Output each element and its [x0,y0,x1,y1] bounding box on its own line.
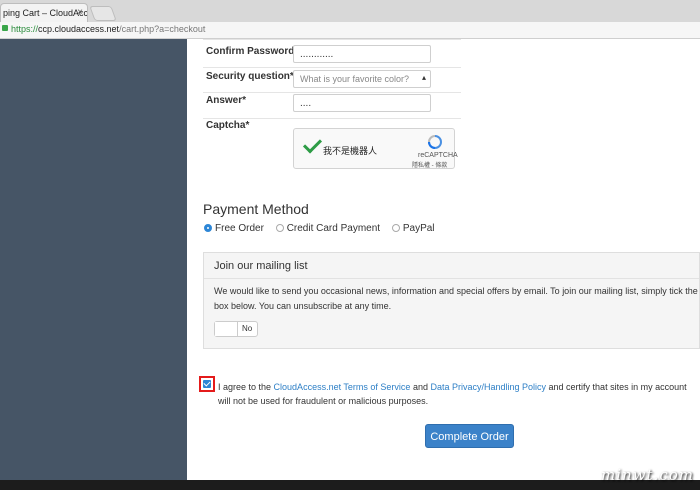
close-icon[interactable]: × [77,7,83,18]
tab-title: ping Cart – CloudAccess... [3,8,88,18]
divider [203,92,461,93]
payment-option-credit-card[interactable]: Credit Card Payment [275,223,381,234]
toggle-label: No [242,324,253,333]
terms-of-service-link[interactable]: CloudAccess.net Terms of Service [274,382,411,392]
payment-method-options: Free Order Credit Card Payment PayPal [204,223,444,234]
mailing-list-description: We would like to send you occasional new… [214,286,698,311]
checkout-form: Confirm Password* ............ Security … [187,39,700,480]
complete-order-button[interactable]: Complete Order [425,424,514,448]
mailing-list-title: Join our mailing list [214,260,308,272]
sidebar [0,39,187,480]
toggle-knob[interactable] [215,322,238,336]
checkmark-icon [302,134,323,154]
agree-checkbox-highlight[interactable] [199,376,215,392]
radio-icon[interactable] [275,224,284,232]
payment-option-label: PayPal [402,223,435,234]
payment-option-free-order[interactable]: Free Order [204,223,264,234]
confirm-password-field[interactable]: ............ [293,45,431,63]
select-arrows-icon: ▴ [421,73,426,82]
agree-text-1: I agree to the [218,382,274,392]
captcha-label: Captcha* [206,120,250,131]
security-question-value: What is your favorite color? [300,74,410,84]
recaptcha-widget[interactable]: 我不是機器人 reCAPTCHA 隱私權 - 條款 [293,128,458,169]
url-scheme: https:// [11,24,39,34]
answer-label: Answer* [206,95,247,106]
security-question-label: Security question* [206,71,294,82]
payment-method-title: Payment Method [203,201,309,217]
answer-field[interactable]: .... [293,94,431,112]
url-path: /cart.php?a=checkout [119,24,206,34]
mailing-list-toggle[interactable]: No [214,321,258,337]
browser-tab-bar: ping Cart – CloudAccess... × [0,0,700,23]
captcha-brand: reCAPTCHA [418,152,458,159]
mailing-list-panel: Join our mailing list We would like to s… [203,252,700,349]
captcha-privacy-links[interactable]: 隱私權 - 條款 [412,160,447,169]
recaptcha-logo-icon [428,135,442,149]
radio-selected-icon[interactable] [204,224,212,232]
payment-option-paypal[interactable]: PayPal [391,223,435,234]
mailing-list-header: Join our mailing list [204,253,699,279]
radio-icon[interactable] [391,224,400,232]
divider [203,39,461,40]
divider [203,118,461,119]
agree-text-2: and [410,382,431,392]
captcha-text: 我不是機器人 [323,146,378,156]
bottom-bar [0,480,700,490]
url-text: https://ccp.cloudaccess.net/cart.php?a=c… [11,24,205,34]
watermark-logo: minwt.com [601,466,694,484]
payment-option-label: Free Order [215,223,264,234]
security-question-select[interactable]: What is your favorite color? ▴ [293,70,431,88]
lock-icon [2,25,8,31]
address-bar[interactable]: https://ccp.cloudaccess.net/cart.php?a=c… [0,22,700,39]
new-tab-button[interactable] [89,6,117,21]
url-host: ccp.cloudaccess.net [38,24,120,34]
divider [203,67,461,68]
confirm-password-label: Confirm Password* [206,46,299,57]
payment-option-label: Credit Card Payment [286,223,381,234]
privacy-policy-link[interactable]: Data Privacy/Handling Policy [430,382,546,392]
checkbox-checked-icon[interactable] [203,380,211,388]
browser-tab[interactable]: ping Cart – CloudAccess... × [0,3,88,22]
terms-agreement-text: I agree to the CloudAccess.net Terms of … [218,380,698,408]
